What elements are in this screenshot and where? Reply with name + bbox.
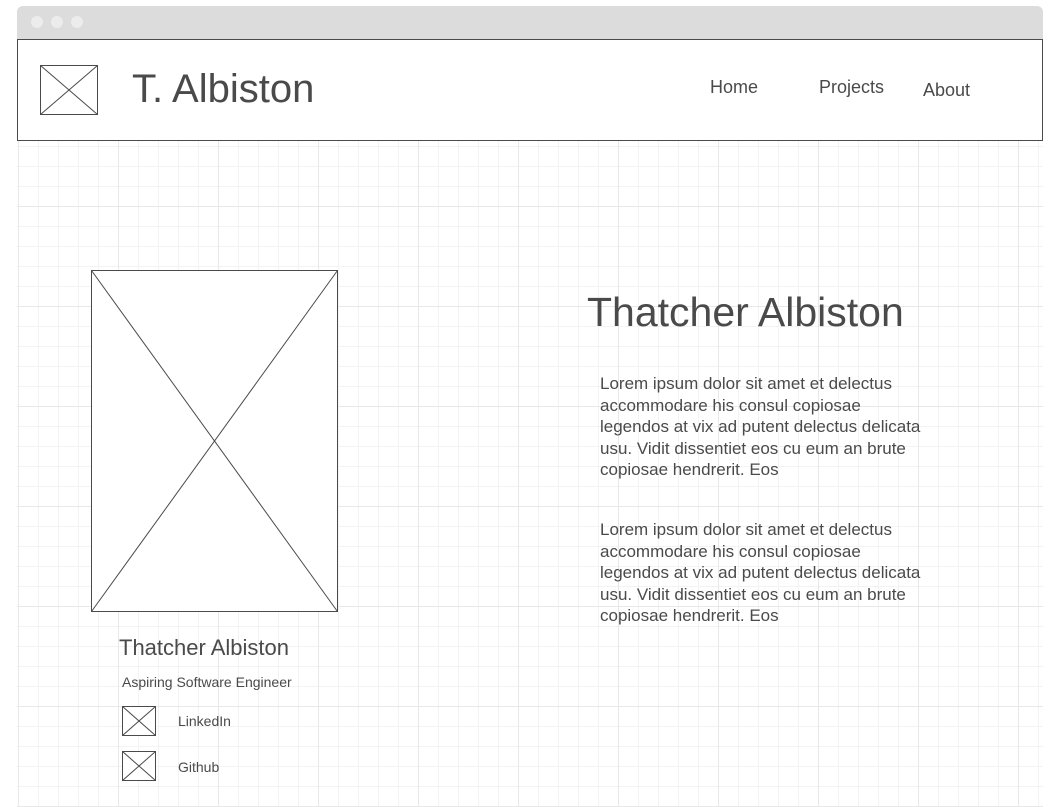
- nav-about[interactable]: About: [923, 80, 970, 101]
- linkedin-icon[interactable]: [122, 706, 156, 736]
- site-header: T. Albiston Home Projects About: [17, 39, 1043, 141]
- browser-window: T. Albiston Home Projects About Thatcher…: [17, 6, 1043, 807]
- profile-role: Aspiring Software Engineer: [122, 674, 292, 690]
- nav-projects[interactable]: Projects: [819, 77, 884, 98]
- profile-name: Thatcher Albiston: [119, 635, 289, 660]
- nav-home[interactable]: Home: [710, 77, 758, 98]
- window-close-dot[interactable]: [31, 16, 43, 28]
- intro-paragraph-2: Lorem ipsum dolor sit amet et delectus a…: [600, 520, 921, 625]
- intro-paragraph-1: Lorem ipsum dolor sit amet et delectus a…: [600, 374, 921, 479]
- linkedin-link[interactable]: LinkedIn: [178, 713, 231, 729]
- profile-photo-icon: [91, 270, 338, 612]
- window-titlebar: [17, 6, 1043, 39]
- logo-icon[interactable]: [40, 65, 98, 115]
- site-title[interactable]: T. Albiston: [132, 67, 314, 112]
- github-icon[interactable]: [122, 751, 156, 781]
- hero-heading: Thatcher Albiston: [587, 289, 904, 335]
- github-link[interactable]: Github: [178, 759, 219, 775]
- window-maximize-dot[interactable]: [71, 16, 83, 28]
- main-content: Thatcher Albiston Lorem ipsum dolor sit …: [17, 141, 1043, 807]
- window-minimize-dot[interactable]: [51, 16, 63, 28]
